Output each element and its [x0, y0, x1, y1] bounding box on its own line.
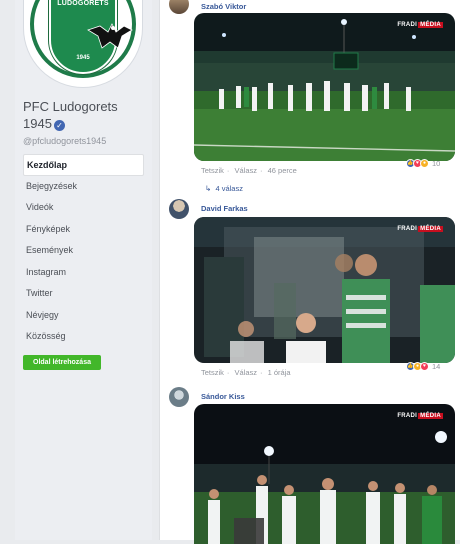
page-handle[interactable]: @pfcludogorets1945 [23, 136, 106, 146]
nav-item-events[interactable]: Események [23, 240, 144, 262]
reaction-count: 14 [432, 362, 441, 371]
separator-dot: · [260, 368, 263, 377]
verified-badge-icon: ✓ [53, 120, 65, 131]
like-link[interactable]: Tetszik [201, 166, 224, 175]
reply-arrow-icon: ↳ [205, 184, 212, 193]
comment-author[interactable]: Sándor Kiss [201, 392, 245, 401]
nav-item-videos[interactable]: Videók [23, 197, 144, 219]
comment-timestamp[interactable]: 1 órája [268, 368, 291, 377]
view-replies-link[interactable]: ↳ 4 válasz [205, 184, 243, 193]
reply-link[interactable]: Válasz [235, 166, 258, 175]
nav-item-photos[interactable]: Fényképek [23, 219, 144, 241]
watermark-tag: MÉDIA [418, 22, 443, 28]
comment-photo[interactable]: FRADI MÉDIA [194, 217, 455, 363]
nav-item-community[interactable]: Közösség [23, 326, 144, 348]
crest-name: LUDOGORETS [57, 0, 109, 7]
reaction-summary[interactable]: 👍 ♥ ● 10 [406, 159, 441, 168]
comment-photo[interactable]: FRADI MÉDIA [194, 404, 455, 544]
photo-watermark: FRADI MÉDIA [397, 413, 443, 419]
separator-dot: · [260, 166, 263, 175]
avatar[interactable] [169, 0, 189, 14]
crest-year: 1945 [76, 55, 90, 61]
nav-item-about[interactable]: Névjegy [23, 305, 144, 327]
create-page-button[interactable]: Oldal létrehozása [23, 355, 101, 370]
comment-photo[interactable]: FRADI MÉDIA [194, 13, 455, 161]
nav-item-twitter[interactable]: Twitter [23, 283, 144, 305]
nav-item-home[interactable]: Kezdőlap [23, 154, 144, 176]
avatar[interactable] [169, 387, 189, 407]
club-crest: LUDOGORETS 1945 [49, 0, 133, 74]
celebration-photo [194, 404, 455, 544]
comment-actions: Tetszik · Válasz · 1 órája [201, 368, 294, 377]
comment-author[interactable]: David Farkas [201, 204, 248, 213]
reply-link[interactable]: Válasz [235, 368, 258, 377]
separator-dot: · [226, 166, 230, 175]
watermark-tag: MÉDIA [418, 413, 443, 419]
reaction-summary[interactable]: 👍 ● ♥ 14 [406, 362, 441, 371]
eagle-icon [87, 23, 133, 49]
like-link[interactable]: Tetszik [201, 368, 224, 377]
page-title[interactable]: PFC Ludogorets 1945 ✓ [23, 98, 148, 132]
comment-actions: Tetszik · Válasz · 46 perce [201, 166, 300, 175]
love-reaction-icon: ♥ [420, 362, 429, 371]
tunnel-photo [194, 217, 455, 363]
photo-watermark: FRADI MÉDIA [397, 226, 443, 232]
watermark-text: FRADI [397, 413, 418, 419]
comment-timestamp[interactable]: 46 perce [268, 166, 297, 175]
separator-dot: · [226, 368, 230, 377]
page-title-text[interactable]: PFC Ludogorets 1945 [23, 99, 118, 131]
page-navigation: Kezdőlap Bejegyzések Videók Fényképek Es… [23, 154, 144, 348]
comment-author[interactable]: Szabó Viktor [201, 2, 246, 11]
watermark-tag: MÉDIA [418, 226, 443, 232]
haha-reaction-icon: ● [420, 159, 429, 168]
reaction-count: 10 [432, 159, 441, 168]
watermark-text: FRADI [397, 226, 418, 232]
watermark-text: FRADI [397, 22, 418, 28]
avatar[interactable] [169, 199, 189, 219]
photo-watermark: FRADI MÉDIA [397, 22, 443, 28]
nav-item-instagram[interactable]: Instagram [23, 262, 144, 284]
stadium-photo [194, 13, 455, 161]
nav-item-posts[interactable]: Bejegyzések [23, 176, 144, 198]
comments-feed: Szabó Viktor FRADI MÉDIA Tetszik · Válas… [159, 0, 460, 544]
replies-count: 4 válasz [215, 184, 243, 193]
